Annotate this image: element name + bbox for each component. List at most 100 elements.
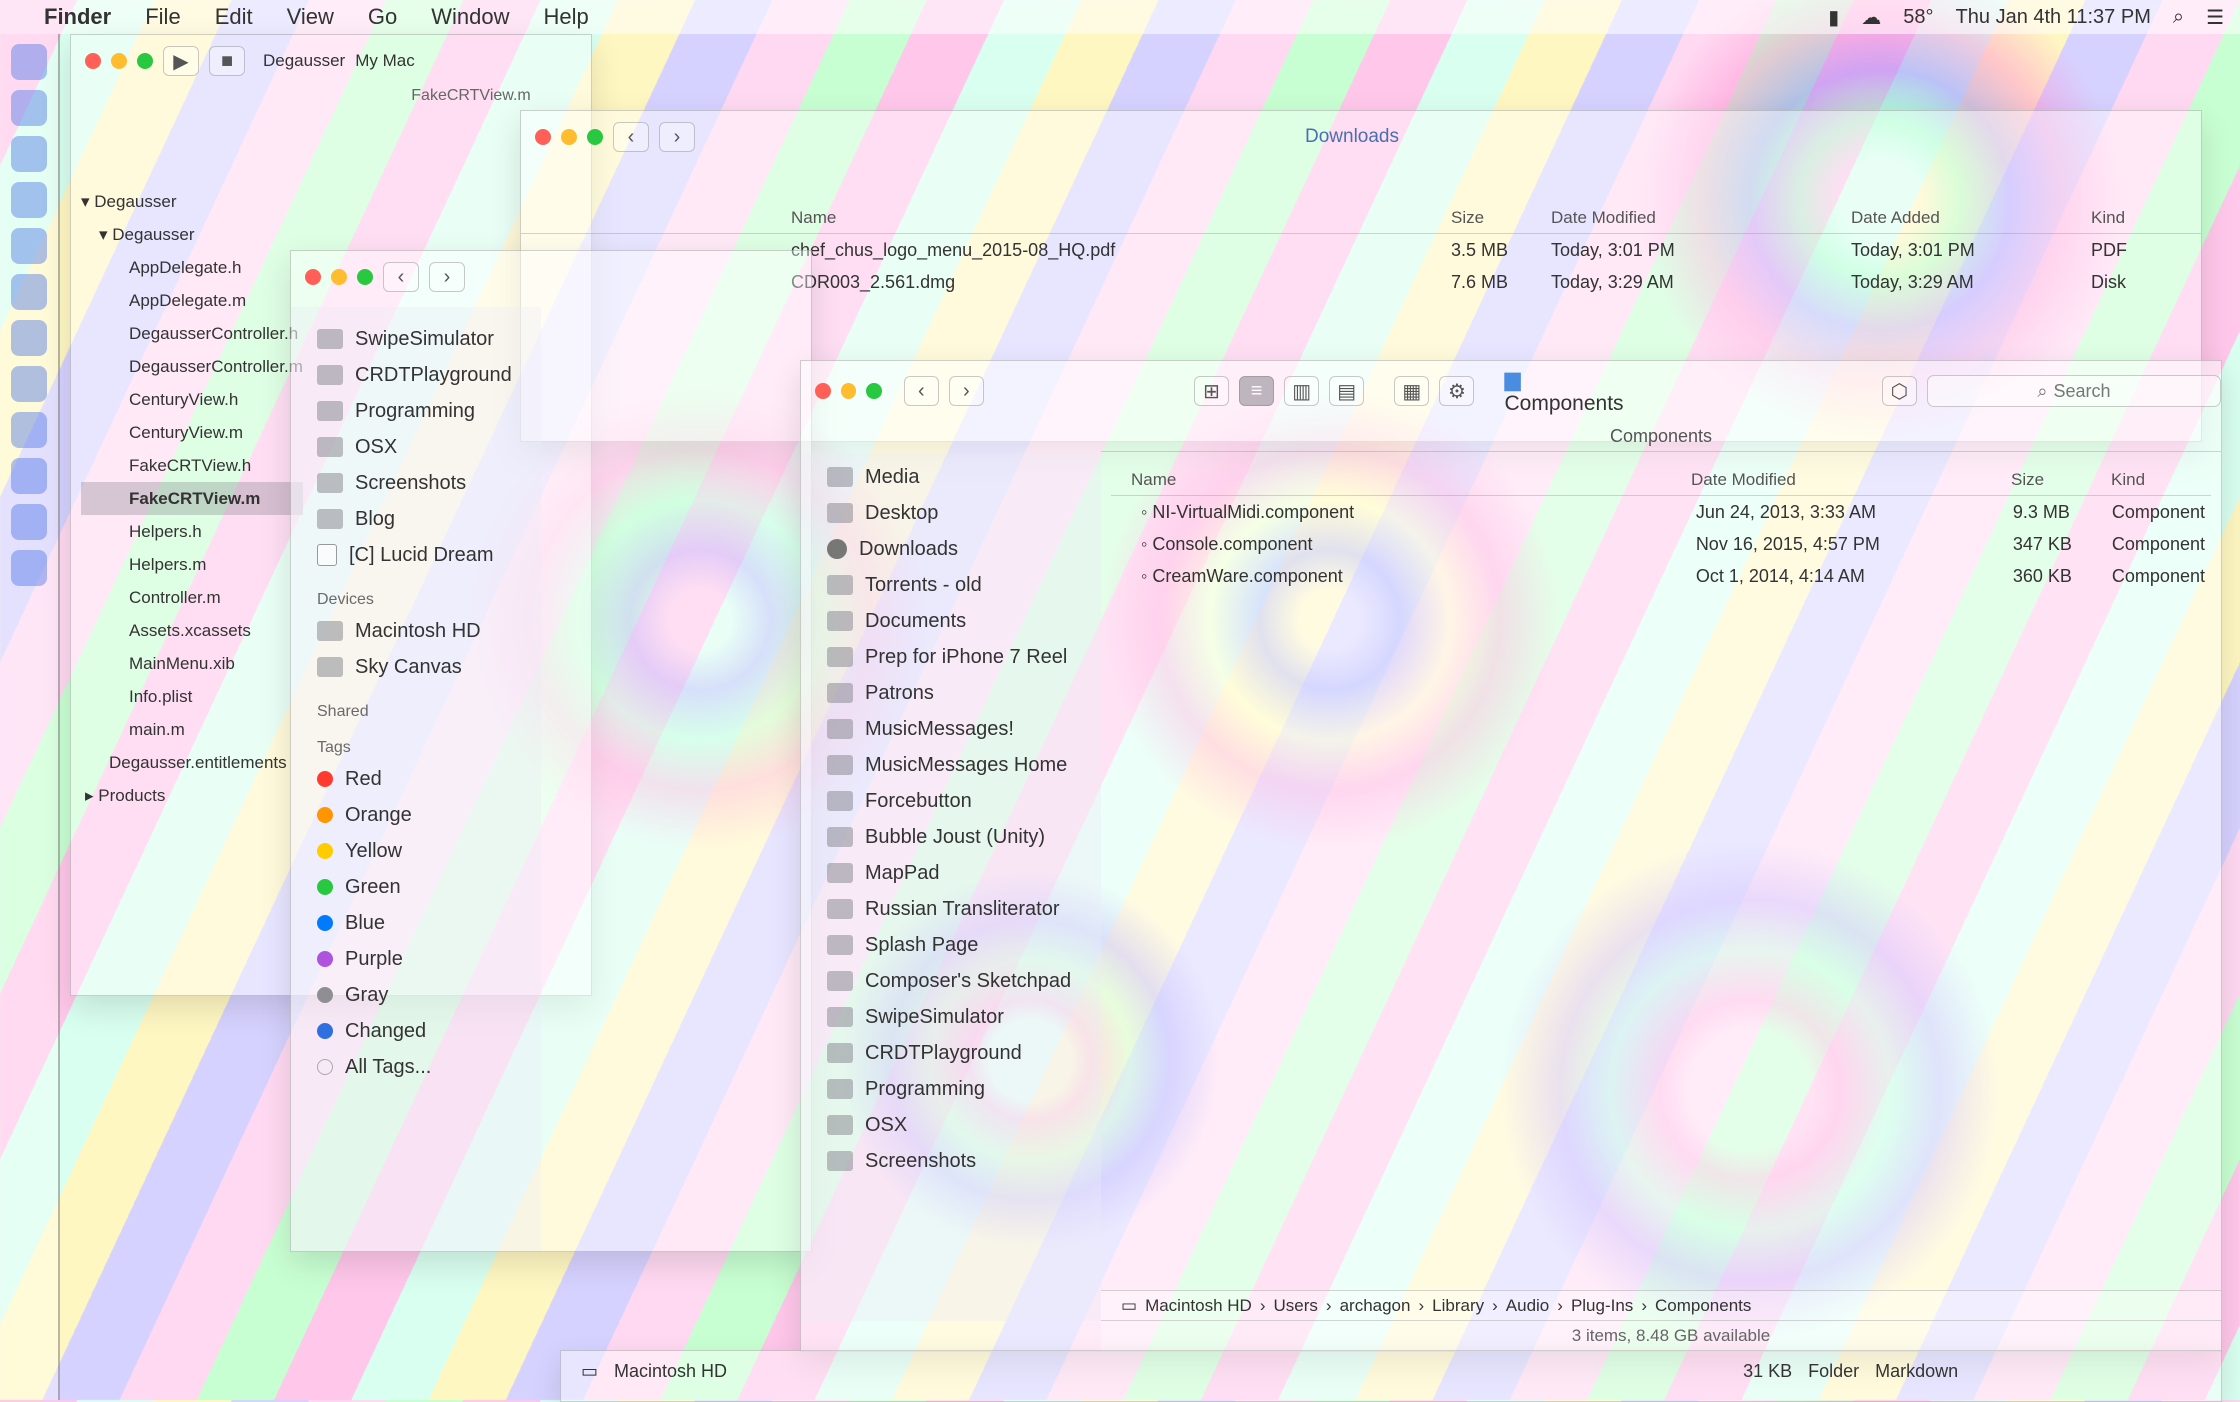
- dock-app-icon[interactable]: [11, 136, 47, 172]
- navigator-item[interactable]: FakeCRTView.h: [81, 449, 303, 482]
- path-segment[interactable]: Library: [1432, 1296, 1484, 1316]
- back-button[interactable]: ‹: [383, 262, 419, 292]
- sidebar-item[interactable]: MusicMessages!: [801, 711, 1101, 747]
- sidebar-item-downloads[interactable]: Downloads: [801, 531, 1101, 567]
- navigator-item[interactable]: CenturyView.h: [81, 383, 303, 416]
- menu-edit[interactable]: Edit: [215, 4, 253, 30]
- dock-app-icon[interactable]: [11, 412, 47, 448]
- navigator-item[interactable]: AppDelegate.m: [81, 284, 303, 317]
- dock-app-icon[interactable]: [11, 182, 47, 218]
- navigator-item[interactable]: MainMenu.xib: [81, 647, 303, 680]
- dock-app-icon[interactable]: [11, 504, 47, 540]
- column-date-added[interactable]: Date Added: [1851, 208, 2091, 228]
- navigator-item[interactable]: DegausserController.m: [81, 350, 303, 383]
- column-name[interactable]: Name: [1111, 470, 1691, 490]
- sidebar-tag-purple[interactable]: Purple: [291, 941, 541, 977]
- sidebar-device[interactable]: Sky Canvas: [291, 649, 541, 685]
- forward-button[interactable]: ›: [659, 122, 695, 152]
- sidebar-item[interactable]: MapPad: [801, 855, 1101, 891]
- sidebar-item[interactable]: SwipeSimulator: [801, 999, 1101, 1035]
- clock[interactable]: Thu Jan 4th 11:37 PM: [1956, 6, 2151, 29]
- sidebar-tag-changed[interactable]: Changed: [291, 1013, 541, 1049]
- dropbox-icon[interactable]: ⬡: [1881, 376, 1917, 406]
- dock-app-icon[interactable]: [11, 366, 47, 402]
- sidebar-item[interactable]: Blog: [291, 501, 541, 537]
- menu-file[interactable]: File: [145, 4, 180, 30]
- dock-app-icon[interactable]: [11, 550, 47, 586]
- minimize-button[interactable]: [111, 53, 127, 69]
- zoom-button[interactable]: [357, 269, 373, 285]
- menu-view[interactable]: View: [287, 4, 334, 30]
- path-segment[interactable]: archagon: [1340, 1296, 1411, 1316]
- back-button[interactable]: ‹: [903, 376, 939, 406]
- temperature-readout[interactable]: 58°: [1903, 6, 1933, 29]
- sidebar-item[interactable]: Splash Page: [801, 927, 1101, 963]
- dock-app-icon[interactable]: [11, 44, 47, 80]
- view-columns-button[interactable]: ▥: [1284, 376, 1320, 406]
- close-button[interactable]: [85, 53, 101, 69]
- sidebar-tag-green[interactable]: Green: [291, 869, 541, 905]
- sidebar-item[interactable]: Russian Transliterator: [801, 891, 1101, 927]
- minimize-button[interactable]: [561, 129, 577, 145]
- zoom-button[interactable]: [587, 129, 603, 145]
- sidebar-item[interactable]: Composer's Sketchpad: [801, 963, 1101, 999]
- column-size[interactable]: Size: [1451, 208, 1551, 228]
- column-size[interactable]: Size: [2011, 470, 2111, 490]
- sidebar-item[interactable]: Forcebutton: [801, 783, 1101, 819]
- battery-icon[interactable]: ▮: [1828, 5, 1839, 30]
- minimize-button[interactable]: [840, 383, 857, 399]
- sidebar-item[interactable]: [C] Lucid Dream: [291, 537, 541, 573]
- sidebar-item[interactable]: CRDTPlayground: [291, 357, 541, 393]
- column-kind[interactable]: Kind: [2111, 470, 2211, 490]
- sidebar-item[interactable]: Screenshots: [291, 465, 541, 501]
- sidebar-item[interactable]: Screenshots: [801, 1143, 1101, 1179]
- arrange-icon[interactable]: ▦: [1394, 376, 1430, 406]
- navigator-item[interactable]: Controller.m: [81, 581, 303, 614]
- dock-app-icon[interactable]: [11, 90, 47, 126]
- search-field[interactable]: ⌕ Search: [1926, 375, 2221, 407]
- sidebar-item[interactable]: Programming: [291, 393, 541, 429]
- sidebar-tag-red[interactable]: Red: [291, 761, 541, 797]
- gear-icon[interactable]: ⚙: [1439, 376, 1475, 406]
- spotlight-icon[interactable]: ⌕: [2173, 6, 2184, 29]
- dock-app-icon[interactable]: [11, 458, 47, 494]
- sidebar-item[interactable]: Media: [801, 459, 1101, 495]
- sidebar-tag-blue[interactable]: Blue: [291, 905, 541, 941]
- column-name[interactable]: Name: [791, 208, 1451, 228]
- path-segment[interactable]: Plug-Ins: [1571, 1296, 1633, 1316]
- sidebar-all-tags[interactable]: All Tags...: [291, 1049, 541, 1085]
- navigator-item[interactable]: Info.plist: [81, 680, 303, 713]
- back-button[interactable]: ‹: [613, 122, 649, 152]
- navigator-item[interactable]: ▾ Degausser: [81, 185, 303, 218]
- navigator-item-selected[interactable]: FakeCRTView.m: [81, 482, 303, 515]
- menu-window[interactable]: Window: [431, 4, 509, 30]
- weather-icon[interactable]: ☁: [1861, 5, 1881, 30]
- sidebar-tag-orange[interactable]: Orange: [291, 797, 541, 833]
- file-row[interactable]: ◦ Console.component Nov 16, 2015, 4:57 P…: [1111, 528, 2211, 560]
- file-row[interactable]: ◦ CreamWare.component Oct 1, 2014, 4:14 …: [1111, 560, 2211, 592]
- navigator-item[interactable]: AppDelegate.h: [81, 251, 303, 284]
- path-segment[interactable]: Audio: [1506, 1296, 1549, 1316]
- navigator-item[interactable]: Degausser.entitlements: [81, 746, 303, 779]
- sidebar-item[interactable]: Prep for iPhone 7 Reel: [801, 639, 1101, 675]
- path-segment[interactable]: Users: [1274, 1296, 1318, 1316]
- close-button[interactable]: [815, 383, 831, 399]
- path-segment[interactable]: Macintosh HD: [1145, 1296, 1252, 1316]
- forward-button[interactable]: ›: [948, 376, 984, 406]
- menu-app-name[interactable]: Finder: [44, 4, 111, 30]
- navigator-item[interactable]: Helpers.m: [81, 548, 303, 581]
- sidebar-tag-yellow[interactable]: Yellow: [291, 833, 541, 869]
- zoom-button[interactable]: [137, 53, 153, 69]
- column-date-modified[interactable]: Date Modified: [1551, 208, 1851, 228]
- navigator-item[interactable]: ▸ Products: [81, 779, 303, 812]
- path-segment[interactable]: Components: [1655, 1296, 1751, 1316]
- sidebar-item[interactable]: OSX: [801, 1107, 1101, 1143]
- zoom-button[interactable]: [866, 383, 882, 399]
- sidebar-item[interactable]: SwipeSimulator: [291, 321, 541, 357]
- sidebar-device[interactable]: Macintosh HD: [291, 613, 541, 649]
- stop-icon[interactable]: ■: [209, 46, 245, 76]
- close-button[interactable]: [305, 269, 321, 285]
- close-button[interactable]: [535, 129, 551, 145]
- view-list-button[interactable]: ≡: [1239, 376, 1275, 406]
- navigator-item[interactable]: main.m: [81, 713, 303, 746]
